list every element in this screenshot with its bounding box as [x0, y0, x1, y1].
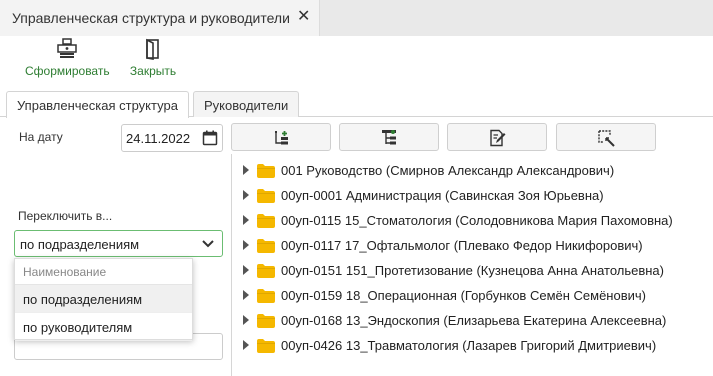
tree-node[interactable]: 00уп-0115 15_Стоматология (Солодовникова…	[236, 208, 713, 233]
date-label: На дату	[19, 130, 63, 144]
form-report-label: Сформировать	[25, 64, 110, 78]
expand-arrow-icon[interactable]	[242, 340, 250, 350]
folder-icon	[257, 239, 275, 253]
toolbar: Сформировать Закрыть	[0, 36, 713, 86]
edit-button[interactable]	[447, 123, 547, 151]
switch-view-select[interactable]: по подразделениям	[14, 230, 223, 257]
tree-structure-button[interactable]	[339, 123, 439, 151]
tree-expand-icon	[382, 130, 396, 145]
tree-node[interactable]: 00уп-0426 13_Травматология (Лазарев Григ…	[236, 333, 713, 358]
expand-arrow-icon[interactable]	[242, 315, 250, 325]
expand-arrow-icon[interactable]	[242, 240, 250, 250]
calendar-icon[interactable]	[202, 130, 218, 146]
edit-document-icon	[490, 129, 506, 147]
folder-icon	[257, 339, 275, 353]
switch-view-label: Переключить в...	[18, 209, 113, 223]
window-titlebar: Управленческая структура и руководители …	[0, 0, 713, 36]
folder-icon	[257, 214, 275, 228]
close-tab-icon[interactable]: ✕	[297, 9, 310, 25]
tab-strip: Управленческая структура Руководители	[0, 91, 713, 118]
structure-tree: 001 Руководство (Смирнов Александр Алекс…	[236, 158, 713, 358]
folder-icon	[257, 264, 275, 278]
tree-node[interactable]: 00уп-0159 18_Операционная (Горбунков Сем…	[236, 283, 713, 308]
folder-icon	[257, 289, 275, 303]
tree-node[interactable]: 001 Руководство (Смирнов Александр Алекс…	[236, 158, 713, 183]
tree-node-label: 00уп-0151 151_Протетизование (Кузнецова …	[281, 263, 664, 278]
chevron-down-icon[interactable]	[201, 238, 215, 250]
folder-icon	[257, 314, 275, 328]
folder-icon	[257, 189, 275, 203]
document-tab-title: Управленческая структура и руководители	[12, 10, 290, 26]
dropdown-option-by-managers[interactable]: по руководителям	[15, 313, 192, 341]
panel-divider	[231, 154, 232, 376]
add-child-button[interactable]	[231, 123, 331, 151]
tree-node-label: 001 Руководство (Смирнов Александр Алекс…	[281, 163, 615, 178]
dropdown-header: Наименование	[15, 259, 192, 285]
expand-arrow-icon[interactable]	[242, 290, 250, 300]
switch-view-dropdown: Наименование по подразделениям по руково…	[14, 258, 193, 341]
select-wand-icon	[598, 130, 615, 147]
close-label: Закрыть	[129, 64, 177, 78]
document-tab[interactable]: Управленческая структура и руководители …	[0, 0, 320, 36]
select-button[interactable]	[556, 123, 656, 151]
expand-arrow-icon[interactable]	[242, 265, 250, 275]
tree-node-label: 00уп-0001 Администрация (Савинская Зоя Ю…	[281, 188, 604, 203]
dropdown-option-by-departments[interactable]: по подразделениям	[15, 285, 192, 313]
folder-icon	[257, 164, 275, 178]
date-field[interactable]: 24.11.2022	[121, 124, 223, 152]
form-report-button[interactable]: Сформировать	[25, 38, 110, 78]
tree-node-label: 00уп-0115 15_Стоматология (Солодовникова…	[281, 213, 673, 228]
tree-node[interactable]: 00уп-0151 151_Протетизование (Кузнецова …	[236, 258, 713, 283]
tab-management-structure[interactable]: Управленческая структура	[6, 91, 189, 118]
add-child-icon	[275, 131, 288, 145]
door-exit-icon	[146, 38, 159, 60]
tree-node[interactable]: 00уп-0168 13_Эндоскопия (Елизарьева Екат…	[236, 308, 713, 333]
tab-managers[interactable]: Руководители	[193, 91, 300, 117]
expand-arrow-icon[interactable]	[242, 165, 250, 175]
expand-arrow-icon[interactable]	[242, 215, 250, 225]
switch-view-value: по подразделениям	[20, 237, 140, 252]
date-value: 24.11.2022	[126, 131, 191, 146]
filter-panel: На дату 24.11.2022 Переключить в... по п…	[0, 118, 232, 376]
tree-node-label: 00уп-0426 13_Травматология (Лазарев Григ…	[281, 338, 657, 353]
tree-node[interactable]: 00уп-0001 Администрация (Савинская Зоя Ю…	[236, 183, 713, 208]
tree-node-label: 00уп-0168 13_Эндоскопия (Елизарьева Екат…	[281, 313, 667, 328]
expand-arrow-icon[interactable]	[242, 190, 250, 200]
print-stack-icon	[57, 38, 77, 58]
tree-node-label: 00уп-0159 18_Операционная (Горбунков Сем…	[281, 288, 646, 303]
close-button[interactable]: Закрыть	[126, 38, 180, 78]
tree-node-label: 00уп-0117 17_Офтальмолог (Плевако Федор …	[281, 238, 643, 253]
tree-node[interactable]: 00уп-0117 17_Офтальмолог (Плевако Федор …	[236, 233, 713, 258]
